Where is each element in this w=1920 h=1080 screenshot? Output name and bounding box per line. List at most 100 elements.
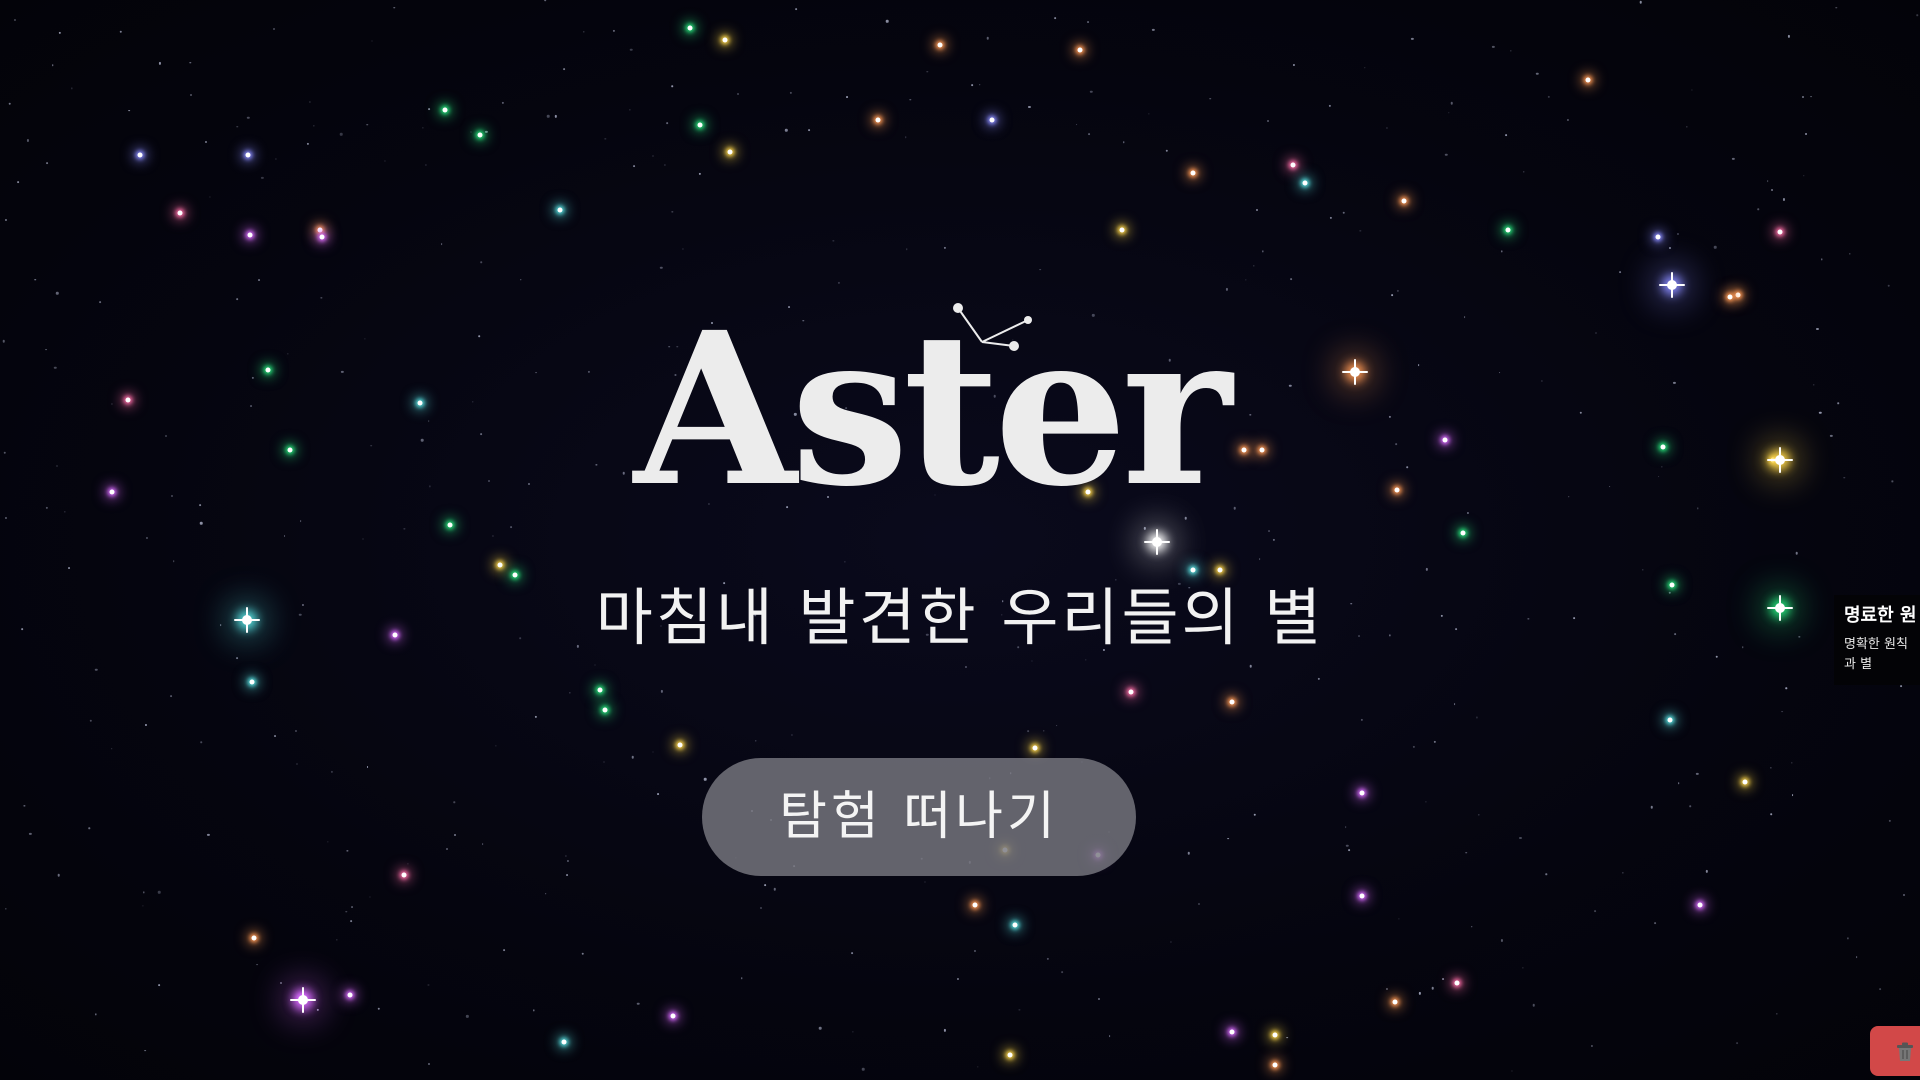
dust-star [986, 36, 989, 40]
dust-star [1536, 72, 1539, 76]
dust-star [1396, 289, 1399, 292]
dust-star [46, 162, 48, 165]
dust-star [633, 164, 636, 167]
dust-star [818, 1026, 822, 1030]
dust-star [533, 1009, 535, 1012]
dust-star [1837, 402, 1840, 404]
dust-star [791, 734, 793, 736]
dust-star [1686, 126, 1688, 128]
glowing-star [1077, 47, 1083, 53]
dust-star [785, 129, 788, 132]
dust-star [316, 1008, 319, 1012]
dust-star [1444, 153, 1448, 157]
dust-star [1406, 466, 1409, 469]
dust-star [480, 261, 482, 263]
dust-star [1899, 685, 1902, 687]
dust-star [1152, 28, 1155, 32]
glowing-star [557, 207, 563, 213]
dust-star [1843, 476, 1845, 479]
dust-star [34, 279, 36, 281]
dust-star [1418, 992, 1421, 995]
dust-star [583, 31, 585, 33]
dust-star [603, 761, 605, 763]
dust-star [1511, 1070, 1513, 1072]
dust-star [427, 1062, 430, 1065]
dust-star [1450, 102, 1454, 105]
glowing-star [287, 447, 293, 453]
sparkle-icon [234, 607, 260, 633]
dust-star [1256, 208, 1259, 211]
dust-star [158, 984, 160, 986]
dust-star [1197, 903, 1200, 906]
dust-star [251, 376, 255, 380]
dust-star [146, 537, 149, 540]
dust-star [1527, 618, 1529, 620]
glowing-star [989, 117, 995, 123]
explore-button[interactable]: 탐험 떠나기 [702, 758, 1136, 876]
glowing-star [937, 42, 943, 48]
dust-star [1123, 141, 1125, 144]
dust-star [1766, 180, 1769, 182]
dust-star [478, 335, 481, 338]
dust-star [671, 85, 673, 87]
dust-star [1547, 95, 1550, 99]
dust-star [1835, 6, 1838, 9]
dust-star [313, 124, 315, 127]
dust-star [1292, 63, 1295, 66]
dust-star [171, 495, 174, 498]
glowing-star [1401, 198, 1407, 204]
dust-star [371, 40, 373, 42]
dust-star [377, 1007, 380, 1010]
glowing-star [1290, 162, 1296, 168]
dust-star [142, 905, 144, 907]
dust-star [1018, 1009, 1021, 1011]
dust-star [1061, 971, 1064, 974]
dust-star [1364, 67, 1366, 69]
starfield-background: Aster 마침내 발견한 우리들의 별 탐험 떠나기 명료한 원 명확한 원칙… [0, 0, 1920, 1080]
dust-star [257, 279, 260, 282]
glowing-star [1667, 717, 1673, 723]
dust-star [164, 434, 167, 437]
dust-star [1477, 814, 1480, 816]
dust-star [1639, 0, 1643, 4]
dust-star [429, 485, 431, 487]
dust-star [1385, 988, 1388, 991]
dust-star [544, 892, 547, 895]
dust-star [764, 884, 766, 886]
dust-star [1591, 1044, 1594, 1047]
glowing-star [447, 522, 453, 528]
dust-star [808, 128, 811, 131]
dust-star [1714, 246, 1717, 249]
dust-star [964, 665, 967, 668]
glowing-star [1032, 745, 1038, 751]
glowing-star [1392, 999, 1398, 1005]
sparkle-icon [1767, 595, 1793, 621]
dust-star [172, 560, 175, 562]
dust-star [1830, 434, 1833, 438]
dust-star [671, 211, 673, 213]
dust-star [595, 463, 597, 466]
constellation-icon [953, 303, 1032, 351]
dust-star [1453, 703, 1456, 705]
dust-star [453, 801, 456, 804]
dust-star [1261, 250, 1264, 253]
dust-star [1498, 371, 1501, 374]
dust-star [1785, 687, 1787, 689]
dust-star [862, 1067, 865, 1071]
glowing-star [1460, 530, 1466, 536]
trash-button[interactable] [1870, 1026, 1920, 1076]
dust-star [1272, 538, 1275, 541]
dust-star [924, 881, 926, 883]
dust-star [629, 48, 633, 51]
dust-star [1097, 998, 1100, 1001]
dust-star [1054, 17, 1056, 19]
dust-star [1046, 957, 1050, 960]
glowing-star [697, 122, 703, 128]
tooltip-title: 명료한 원 [1844, 605, 1917, 626]
sparkle-icon [290, 987, 316, 1013]
dust-star [339, 133, 343, 136]
dust-star [219, 624, 222, 627]
dust-star [21, 628, 23, 631]
dust-star [369, 896, 371, 898]
dust-star [1783, 198, 1786, 201]
